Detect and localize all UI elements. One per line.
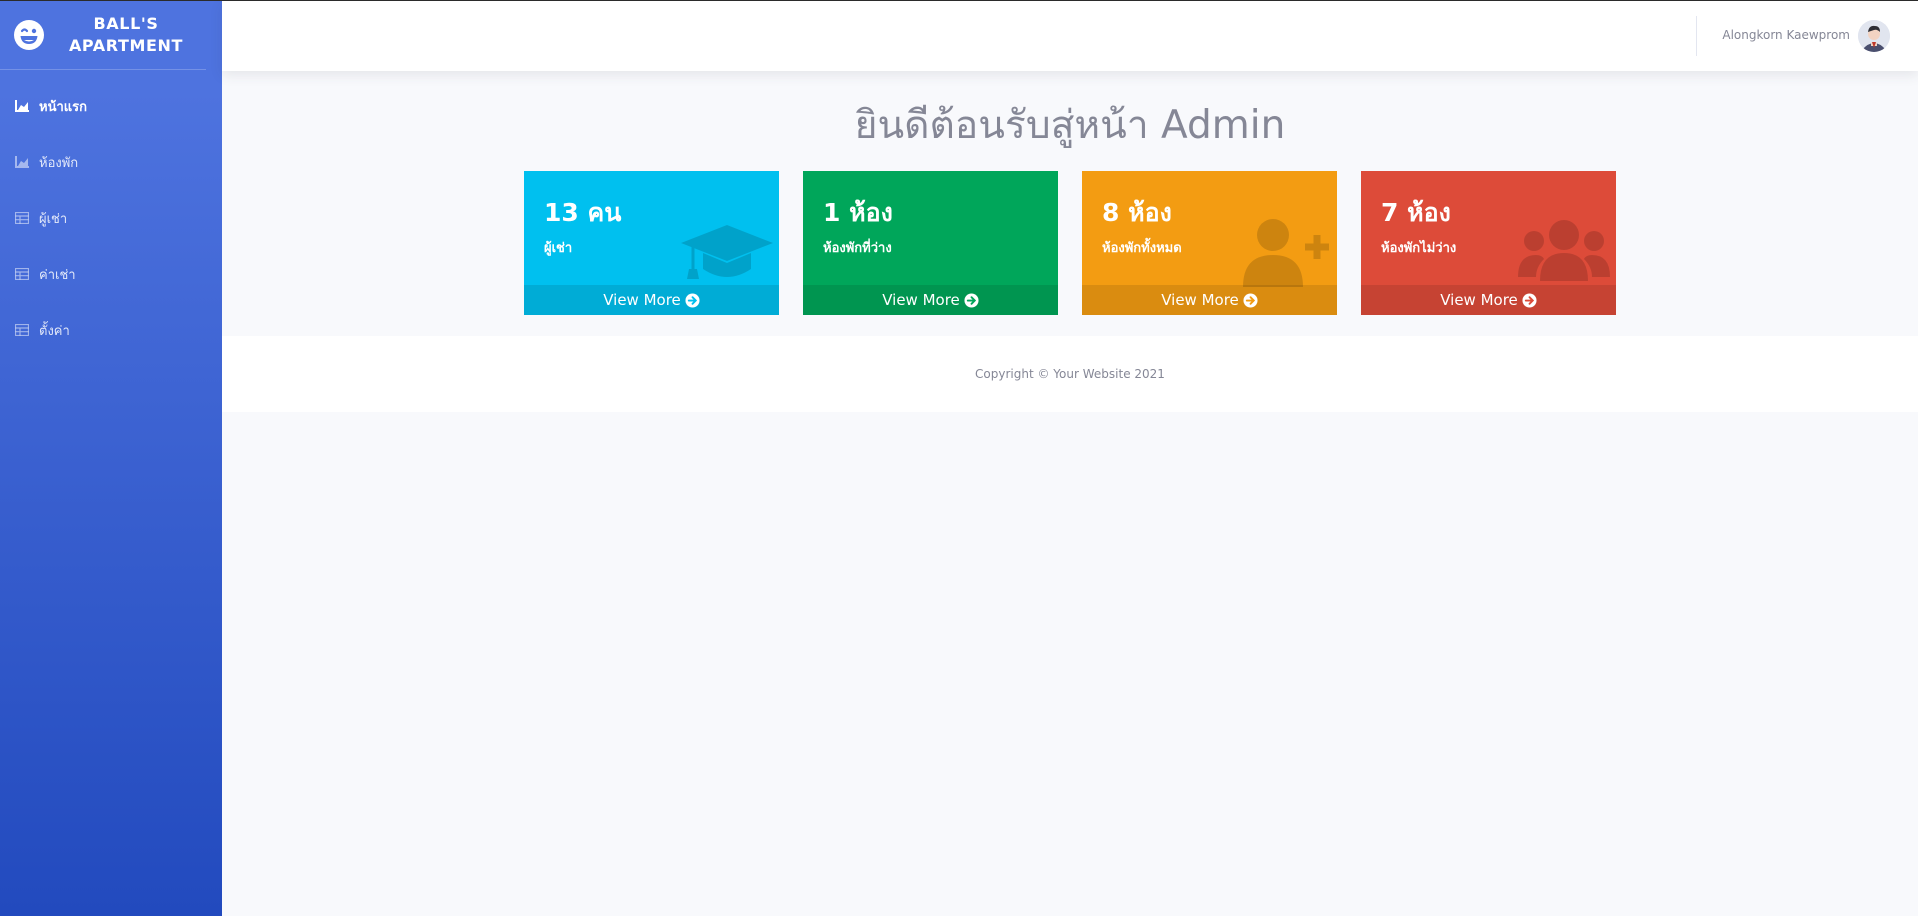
arrow-circle-right-icon — [964, 292, 979, 308]
view-more-label: View More — [882, 291, 960, 309]
brand-line-2: APARTMENT — [68, 35, 184, 55]
sidebar-item-settings[interactable]: ตั้งค่า — [0, 302, 222, 358]
card-number: 1 ห้อง — [823, 198, 893, 227]
sidebar-item-label: ค่าเช่า — [39, 267, 76, 283]
graduation-cap-icon — [679, 217, 775, 289]
arrow-circle-right-icon — [1522, 292, 1537, 308]
card-number: 8 ห้อง — [1102, 198, 1172, 227]
page-footer: Copyright © Your Website 2021 — [222, 336, 1918, 412]
sidebar: BALL'S APARTMENT หน้าแรก ห้องพัก ผู้เช่า… — [0, 0, 222, 916]
arrow-circle-right-icon — [685, 292, 700, 308]
chart-area-icon — [15, 100, 29, 112]
card-label: ห้องพักไม่ว่าง — [1381, 241, 1457, 256]
arrow-circle-right-icon — [1243, 292, 1258, 308]
sidebar-item-rent[interactable]: ค่าเช่า — [0, 246, 222, 302]
table-icon — [15, 324, 29, 336]
sidebar-item-label: ผู้เช่า — [39, 211, 68, 227]
view-more-label: View More — [603, 291, 681, 309]
user-name[interactable]: Alongkorn Kaewprom — [1722, 28, 1850, 42]
laugh-wink-icon — [13, 19, 45, 51]
sidebar-item-label: หน้าแรก — [39, 99, 87, 115]
brand-name: BALL'S APARTMENT — [51, 13, 201, 57]
topbar: Alongkorn Kaewprom — [222, 1, 1918, 71]
users-icon — [1516, 217, 1612, 289]
card-label: ห้องพักทั้งหมด — [1102, 241, 1182, 256]
page-title: ยินดีต้อนรับสู่หน้า Admin — [854, 103, 1286, 148]
chart-area-icon — [15, 156, 29, 168]
view-more-label: View More — [1161, 291, 1239, 309]
table-icon — [15, 212, 29, 224]
card-number: 7 ห้อง — [1381, 198, 1451, 227]
card-number: 13 คน — [544, 198, 622, 227]
user-avatar-icon[interactable] — [1858, 20, 1890, 52]
brand-line-1: BALL'S — [93, 13, 159, 33]
sidebar-item-label: ตั้งค่า — [39, 323, 70, 339]
view-more-button[interactable]: View More — [1082, 285, 1337, 315]
stat-card-tenants: 13 คน ผู้เช่า View More — [524, 171, 779, 315]
sidebar-item-home[interactable]: หน้าแรก — [0, 78, 222, 134]
card-label: ห้องพักที่ว่าง — [823, 241, 892, 256]
user-plus-icon — [1237, 217, 1333, 289]
card-label: ผู้เช่า — [544, 241, 573, 256]
sidebar-item-tenants[interactable]: ผู้เช่า — [0, 190, 222, 246]
table-icon — [15, 268, 29, 280]
window-top-border — [0, 0, 1918, 1]
sidebar-item-label: ห้องพัก — [39, 155, 79, 171]
stat-card-occupied-rooms: 7 ห้อง ห้องพักไม่ว่าง View More — [1361, 171, 1616, 315]
view-more-label: View More — [1440, 291, 1518, 309]
copyright-text: Copyright © Your Website 2021 — [975, 367, 1165, 381]
view-more-button[interactable]: View More — [803, 285, 1058, 315]
stat-card-total-rooms: 8 ห้อง ห้องพักทั้งหมด View More — [1082, 171, 1337, 315]
view-more-button[interactable]: View More — [1361, 285, 1616, 315]
sidebar-item-rooms[interactable]: ห้องพัก — [0, 134, 222, 190]
sidebar-brand[interactable]: BALL'S APARTMENT — [0, 0, 206, 70]
view-more-button[interactable]: View More — [524, 285, 779, 315]
stat-card-vacant-rooms: 1 ห้อง ห้องพักที่ว่าง View More — [803, 171, 1058, 315]
topbar-divider — [1696, 16, 1697, 56]
